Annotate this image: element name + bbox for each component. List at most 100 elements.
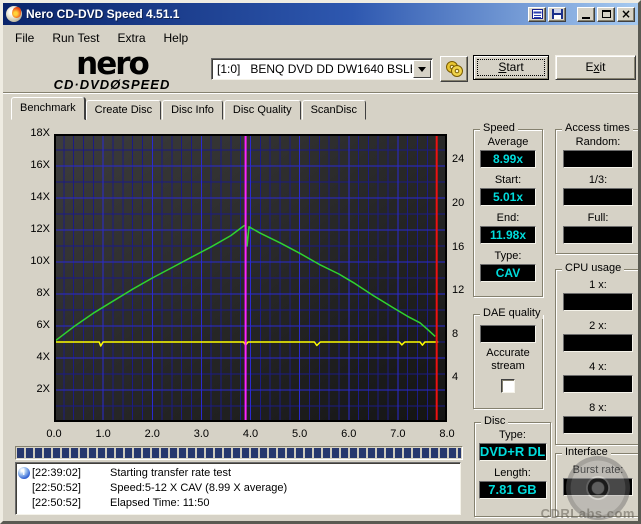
cpu-8x-label: 8 x: [589, 402, 607, 414]
end-speed-label: End: [496, 212, 520, 224]
y-axis-tick-left: 6X [36, 319, 50, 331]
cpu-1x-value [563, 293, 633, 311]
benchmark-plot [53, 133, 447, 422]
start-button[interactable]: Start [473, 55, 549, 80]
disc-type-label: Type: [499, 429, 526, 441]
interface-panel-title: Interface [562, 446, 611, 458]
dae-quality-value [480, 325, 536, 343]
tab-create-disc[interactable]: Create Disc [85, 100, 162, 120]
y-axis-tick-right: 16 [452, 240, 465, 253]
full-access-value [563, 226, 633, 244]
speed-panel-title: Speed [480, 122, 518, 134]
menu-bar: File Run Test Extra Help [6, 27, 635, 48]
tab-disc-quality[interactable]: Disc Quality [223, 100, 301, 120]
disc-length-label: Length: [494, 467, 531, 479]
x-axis-tick: 8.0 [439, 428, 455, 440]
menu-item-help[interactable]: Help [155, 29, 198, 47]
y-axis-tick-left: 8X [36, 287, 50, 299]
full-access-label: Full: [587, 212, 609, 224]
chevron-down-icon [418, 66, 426, 76]
one-third-access-value [563, 188, 633, 206]
y-axis-tick-left: 10X [30, 255, 50, 267]
cpu-usage-panel: CPU usage 1 x: 2 x: 4 x: 8 x: [555, 262, 638, 445]
disc-panel-title: Disc [481, 415, 509, 427]
one-third-access-label: 1/3: [588, 174, 608, 186]
header-separator [3, 92, 638, 94]
x-axis-tick: 5.0 [291, 428, 308, 440]
y-axis-tick-left: 4X [36, 351, 50, 363]
y-axis-tick-right: 8 [452, 327, 459, 340]
exit-button-label: Exit [585, 60, 606, 74]
speed-panel: Speed Average 8.99x Start: 5.01x End: 11… [473, 122, 543, 297]
x-axis-tick: 4.0 [242, 428, 259, 440]
cpu-4x-value [563, 375, 633, 393]
close-icon: × [620, 7, 632, 21]
x-axis-tick: 1.0 [95, 428, 111, 440]
close-button[interactable]: × [617, 6, 635, 22]
average-speed-label: Average [487, 136, 529, 148]
cpu-4x-label: 4 x: [589, 361, 607, 373]
burst-rate-value [563, 478, 633, 496]
menu-item-run-test[interactable]: Run Test [43, 29, 108, 47]
log-timestamp: [22:39:02] [32, 466, 81, 479]
log-message: Elapsed Time: 11:50 [110, 496, 210, 509]
drive-select[interactable]: [1:0] BENQ DVD DD DW1640 BSLB [211, 58, 433, 80]
window-title: Nero CD-DVD Speed 4.51.1 [26, 7, 180, 21]
drive-select-dropdown-button[interactable] [413, 60, 431, 78]
nero-logo: nero CD·DVDØSPEED [17, 49, 207, 93]
interface-panel: Interface Burst rate: [555, 446, 638, 517]
y-axis-tick-right: 24 [452, 153, 465, 166]
log-row: [22:50:52] Elapsed Time: 11:50 [16, 495, 460, 510]
tab-bar: Benchmark Create Disc Disc Info Disc Qualit… [11, 97, 367, 120]
minimize-icon [582, 17, 590, 19]
menu-item-extra[interactable]: Extra [108, 29, 154, 47]
random-access-value [563, 150, 633, 168]
log-timestamp: [22:50:52] [32, 496, 81, 509]
accurate-stream-checkbox[interactable] [501, 379, 515, 393]
average-speed-value: 8.99x [480, 150, 536, 168]
access-times-panel: Access times Random: 1/3: Full: [555, 122, 638, 254]
disc-panel: Disc Type: DVD+R DL Length: 7.81 GB [474, 415, 551, 517]
progress-bar-fill [17, 448, 461, 458]
copy-to-clipboard-button[interactable] [528, 6, 546, 22]
burst-rate-label: Burst rate: [572, 464, 624, 476]
discs-icon [446, 61, 463, 77]
x-axis-tick: 2.0 [144, 428, 160, 440]
title-bar: Nero CD-DVD Speed 4.51.1 × [3, 3, 638, 25]
x-axis-tick: 3.0 [193, 428, 210, 440]
copy-icon [531, 9, 543, 19]
maximize-button[interactable] [597, 6, 615, 22]
log-row: [22:50:52] Speed:5-12 X CAV (8.99 X aver… [16, 480, 460, 495]
random-access-label: Random: [575, 136, 621, 148]
y-axis-tick-left: 16X [30, 159, 50, 171]
y-axis-tick-left: 14X [30, 191, 50, 203]
disc-length-value: 7.81 GB [478, 481, 547, 499]
y-axis-tick-left: 12X [30, 223, 50, 235]
grid-lines [54, 133, 447, 422]
cpu-2x-value [563, 334, 633, 352]
y-axis-tick-right: 12 [452, 284, 465, 297]
tab-scandisc[interactable]: ScanDisc [301, 100, 367, 120]
menu-item-file[interactable]: File [6, 29, 43, 47]
drive-select-value: [1:0] BENQ DVD DD DW1640 BSLB [217, 62, 412, 76]
log-list[interactable]: [22:39:02] Starting transfer rate test [… [15, 462, 461, 515]
start-speed-value: 5.01x [480, 188, 536, 206]
x-axis-tick: 6.0 [341, 428, 357, 440]
start-speed-label: Start: [494, 174, 522, 186]
exit-button[interactable]: Exit [555, 55, 636, 80]
progress-bar [15, 446, 463, 460]
cpu-1x-label: 1 x: [589, 279, 607, 291]
log-message: Starting transfer rate test [110, 466, 232, 479]
y-axis-tick-left: 2X [36, 383, 50, 395]
y-axis-tick-left: 18X [30, 127, 50, 139]
minimize-button[interactable] [577, 6, 595, 22]
save-button[interactable] [548, 6, 566, 22]
cpu-usage-panel-title: CPU usage [562, 262, 625, 274]
disc-type-value: DVD+R DL [478, 443, 547, 461]
log-row: [22:39:02] Starting transfer rate test [16, 465, 460, 480]
tab-benchmark[interactable]: Benchmark [11, 97, 85, 120]
tab-disc-info[interactable]: Disc Info [162, 100, 223, 120]
app-icon [6, 6, 22, 22]
speed-type-label: Type: [494, 250, 522, 262]
eject-discs-button[interactable] [440, 56, 468, 82]
